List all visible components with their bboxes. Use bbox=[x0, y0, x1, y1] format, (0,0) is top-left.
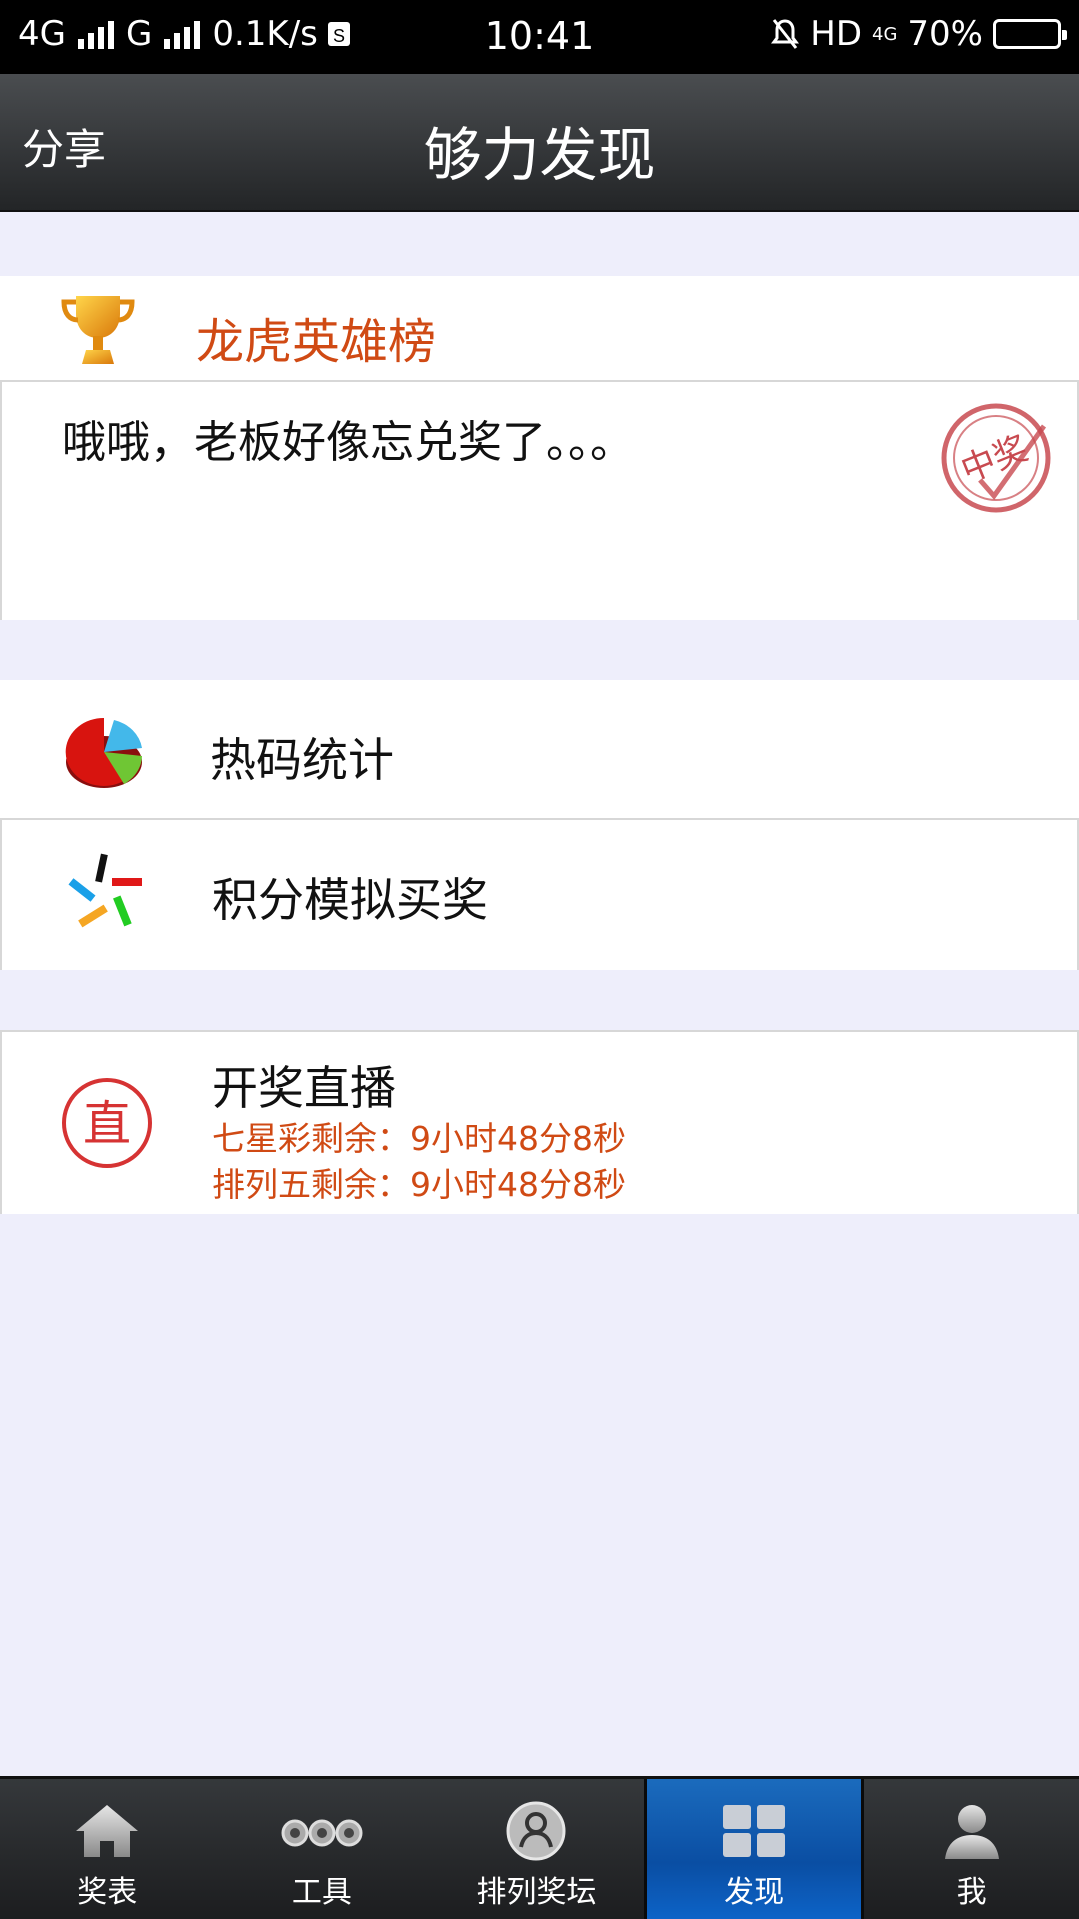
countdown-qxc: 七星彩剩余：9小时48分8秒 bbox=[212, 1119, 626, 1158]
status-bar: 4G G 0.1K/s S 10:41 HD 4G 70% bbox=[0, 0, 1079, 74]
live-badge-icon: 直 bbox=[62, 1078, 152, 1168]
leaderboard-title: 龙虎英雄榜 bbox=[196, 314, 437, 370]
leaderboard-header[interactable]: 龙虎英雄榜 bbox=[0, 276, 1079, 382]
tools-icon bbox=[281, 1819, 363, 1847]
tab-label: 我 bbox=[956, 1875, 987, 1910]
tab-prize-table[interactable]: 奖表 bbox=[0, 1779, 215, 1919]
leaderboard-message: 哦哦，老板好像忘兑奖了。。。 bbox=[62, 417, 634, 468]
tab-label: 排列奖坛 bbox=[476, 1875, 597, 1910]
leaderboard-body[interactable]: 哦哦，老板好像忘兑奖了。。。 中奖 bbox=[0, 382, 1079, 620]
tab-label: 奖表 bbox=[77, 1875, 138, 1910]
page-title: 够力发现 bbox=[423, 121, 656, 189]
user-icon bbox=[944, 1805, 999, 1859]
tab-discover[interactable]: 发现 bbox=[643, 1779, 865, 1919]
points-simulation-label: 积分模拟买奖 bbox=[212, 873, 488, 927]
countdown-plw: 排列五剩余：9小时48分8秒 bbox=[212, 1165, 626, 1204]
hot-number-stats-item[interactable]: 热码统计 bbox=[0, 680, 1079, 820]
battery-icon bbox=[993, 19, 1067, 49]
battery-percent: 70% bbox=[907, 14, 983, 54]
network-small: 4G bbox=[872, 23, 898, 45]
tab-me[interactable]: 我 bbox=[864, 1779, 1079, 1919]
live-draw-title: 开奖直播 bbox=[212, 1061, 396, 1115]
trophy-icon bbox=[61, 296, 135, 364]
hot-number-stats-label: 热码统计 bbox=[210, 733, 394, 787]
live-badge-text: 直 bbox=[83, 1096, 131, 1152]
star-logo-icon bbox=[68, 853, 142, 928]
bottom-tab-bar: 奖表 工具 排列奖坛 发现 我 bbox=[0, 1776, 1079, 1919]
forum-icon bbox=[506, 1801, 566, 1861]
points-simulation-item[interactable]: 积分模拟买奖 bbox=[0, 820, 1079, 970]
app-header: 分享 够力发现 bbox=[0, 74, 1079, 212]
mute-bell-icon bbox=[771, 19, 800, 49]
tab-label: 发现 bbox=[724, 1875, 785, 1910]
home-icon bbox=[76, 1805, 139, 1857]
live-draw-item[interactable]: 直 开奖直播 七星彩剩余：9小时48分8秒 排列五剩余：9小时48分8秒 bbox=[0, 1030, 1079, 1214]
pie-chart-icon bbox=[65, 717, 142, 788]
winning-stamp-icon: 中奖 bbox=[941, 403, 1051, 513]
hd-indicator: HD bbox=[810, 14, 863, 54]
grid-icon bbox=[723, 1805, 786, 1857]
tab-label: 工具 bbox=[291, 1875, 352, 1910]
tab-tools[interactable]: 工具 bbox=[215, 1779, 430, 1919]
tab-forum[interactable]: 排列奖坛 bbox=[429, 1779, 644, 1919]
